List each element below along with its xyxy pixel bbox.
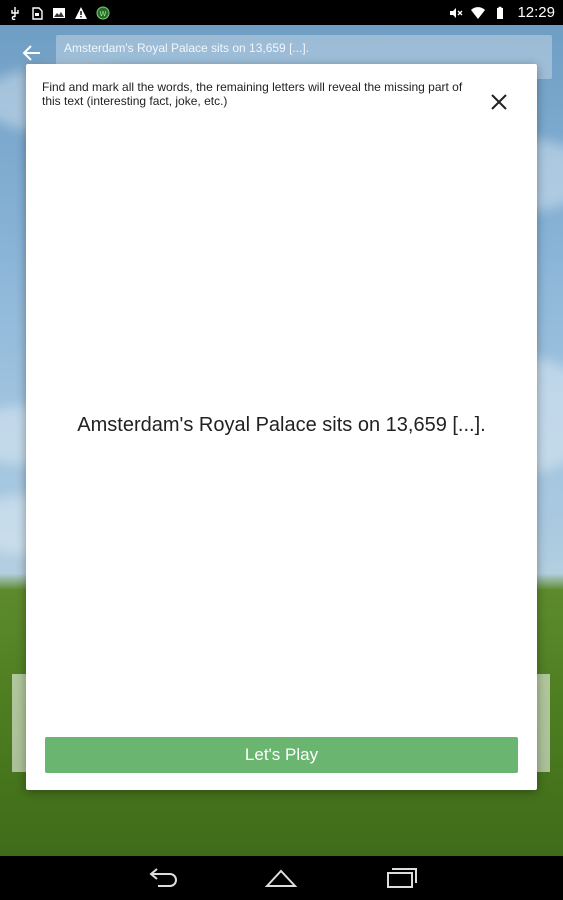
- close-icon[interactable]: [487, 90, 511, 114]
- status-clock: 12:29: [517, 4, 555, 21]
- recent-apps-nav-icon[interactable]: [384, 866, 418, 890]
- lets-play-button[interactable]: Let's Play: [45, 737, 518, 773]
- back-nav-icon[interactable]: [146, 866, 180, 890]
- system-icons: 12:29: [449, 4, 555, 21]
- puzzle-text: Amsterdam's Royal Palace sits on 13,659 …: [77, 414, 486, 436]
- svg-text:W: W: [100, 10, 107, 18]
- battery-icon: [493, 6, 507, 20]
- image-icon: [52, 6, 66, 20]
- warning-icon: [74, 6, 88, 20]
- usb-icon: [8, 6, 22, 20]
- app-notification-icon: W: [96, 6, 110, 20]
- navigation-bar: [0, 856, 563, 900]
- wifi-icon: [471, 6, 486, 20]
- instructions-dialog: Find and mark all the words, the remaini…: [26, 64, 537, 790]
- home-nav-icon[interactable]: [264, 866, 298, 890]
- back-arrow-icon[interactable]: [20, 41, 44, 65]
- status-bar: W 12:29: [0, 0, 563, 25]
- dialog-instructions: Find and mark all the words, the remaini…: [42, 80, 463, 108]
- mute-icon: [449, 6, 463, 20]
- notification-icons: W: [8, 6, 110, 20]
- sd-card-icon: [30, 6, 44, 20]
